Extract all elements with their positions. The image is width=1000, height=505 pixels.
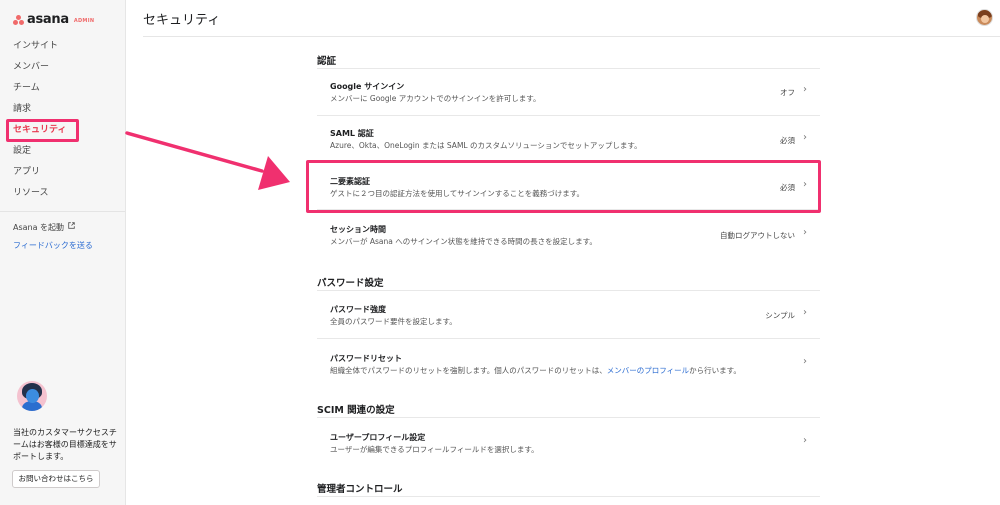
member-profile-link[interactable]: メンバーのプロフィール	[607, 366, 689, 375]
highlight-box-nav	[6, 119, 79, 142]
setting-row-password-reset[interactable]: パスワードリセット 組織全体でパスワードのリセットを強制します。個人のパスワード…	[317, 338, 820, 386]
setting-description: メンバーが Asana へのサインイン状態を維持できる時間の長さを設定します。	[330, 237, 597, 246]
support-text: 当社のカスタマーサクセスチームはお客様の目標達成をサポートします。	[13, 428, 117, 461]
setting-title: パスワードリセット	[330, 354, 402, 363]
setting-row-password-strength[interactable]: パスワード強度 全員のパスワード要件を設定します。 シンプル ›	[317, 290, 820, 338]
setting-row-session-duration[interactable]: セッション時間 メンバーが Asana へのサインイン状態を維持できる時間の長さ…	[317, 209, 820, 259]
sidebar-item-insights[interactable]: インサイト	[0, 36, 125, 57]
setting-title: ユーザープロフィール設定	[330, 433, 426, 442]
setting-value: 必須	[780, 136, 795, 145]
setting-title: Google サインイン	[330, 82, 405, 91]
user-avatar[interactable]	[976, 9, 993, 26]
send-feedback-link[interactable]: フィードバックを送る	[13, 240, 93, 251]
page-title: セキュリティ	[143, 13, 221, 28]
launch-asana-link[interactable]: Asana を起動	[13, 222, 75, 233]
admin-badge: ADMIN	[73, 18, 95, 24]
setting-title: セッション時間	[330, 225, 386, 234]
setting-value: オフ	[780, 88, 795, 97]
chevron-right-icon: ›	[803, 307, 807, 318]
section-title-admin: 管理者コントロール	[317, 484, 403, 495]
highlight-box-two-factor	[306, 160, 821, 213]
setting-row-user-profile[interactable]: ユーザープロフィール設定 ユーザーが編集できるプロフィールフィールドを選択します…	[317, 417, 820, 467]
section-title-password: パスワード設定	[317, 278, 384, 289]
setting-value: シンプル	[765, 311, 795, 320]
section-title-scim: SCIM 関連の設定	[317, 405, 395, 416]
setting-row-google-signin[interactable]: Google サインイン メンバーに Google アカウントでのサインインを許…	[317, 68, 820, 115]
header-divider	[143, 36, 1000, 37]
sidebar-item-resources[interactable]: リソース	[0, 183, 125, 204]
chevron-right-icon: ›	[803, 356, 807, 367]
setting-row-saml[interactable]: SAML 認証 Azure、Okta、OneLogin または SAML のカス…	[317, 115, 820, 162]
logo-wordmark: asana	[27, 12, 69, 27]
external-link-icon	[67, 222, 75, 229]
setting-description: Azure、Okta、OneLogin または SAML のカスタムソリューショ…	[330, 141, 642, 150]
setting-description: ユーザーが編集できるプロフィールフィールドを選択します。	[330, 445, 539, 454]
setting-title: パスワード強度	[330, 305, 386, 314]
section-divider	[317, 496, 820, 504]
asana-logo-icon	[13, 14, 24, 25]
sidebar: asana ADMIN インサイト メンバー チーム 請求 セキュリティ 設定 …	[0, 0, 126, 505]
sidebar-item-settings[interactable]: 設定	[0, 141, 125, 162]
asana-logo[interactable]: asana ADMIN	[13, 12, 94, 27]
chevron-right-icon: ›	[803, 435, 807, 446]
support-avatar	[17, 381, 47, 411]
contact-us-button[interactable]: お問い合わせはこちら	[12, 470, 100, 488]
sidebar-divider	[0, 211, 125, 212]
setting-description: 組織全体でパスワードのリセットを強制します。個人のパスワードのリセットは、メンバ…	[330, 366, 741, 375]
chevron-right-icon: ›	[803, 227, 807, 238]
setting-description: メンバーに Google アカウントでのサインインを許可します。	[330, 94, 541, 103]
launch-asana-label: Asana を起動	[13, 223, 65, 232]
setting-title: SAML 認証	[330, 129, 374, 138]
sidebar-item-teams[interactable]: チーム	[0, 78, 125, 99]
chevron-right-icon: ›	[803, 132, 807, 143]
section-title-auth: 認証	[317, 56, 337, 67]
setting-description: 全員のパスワード要件を設定します。	[330, 317, 457, 326]
sidebar-item-apps[interactable]: アプリ	[0, 162, 125, 183]
chevron-right-icon: ›	[803, 84, 807, 95]
setting-value: 自動ログアウトしない	[720, 231, 795, 240]
sidebar-item-members[interactable]: メンバー	[0, 57, 125, 78]
sidebar-item-billing[interactable]: 請求	[0, 99, 125, 120]
